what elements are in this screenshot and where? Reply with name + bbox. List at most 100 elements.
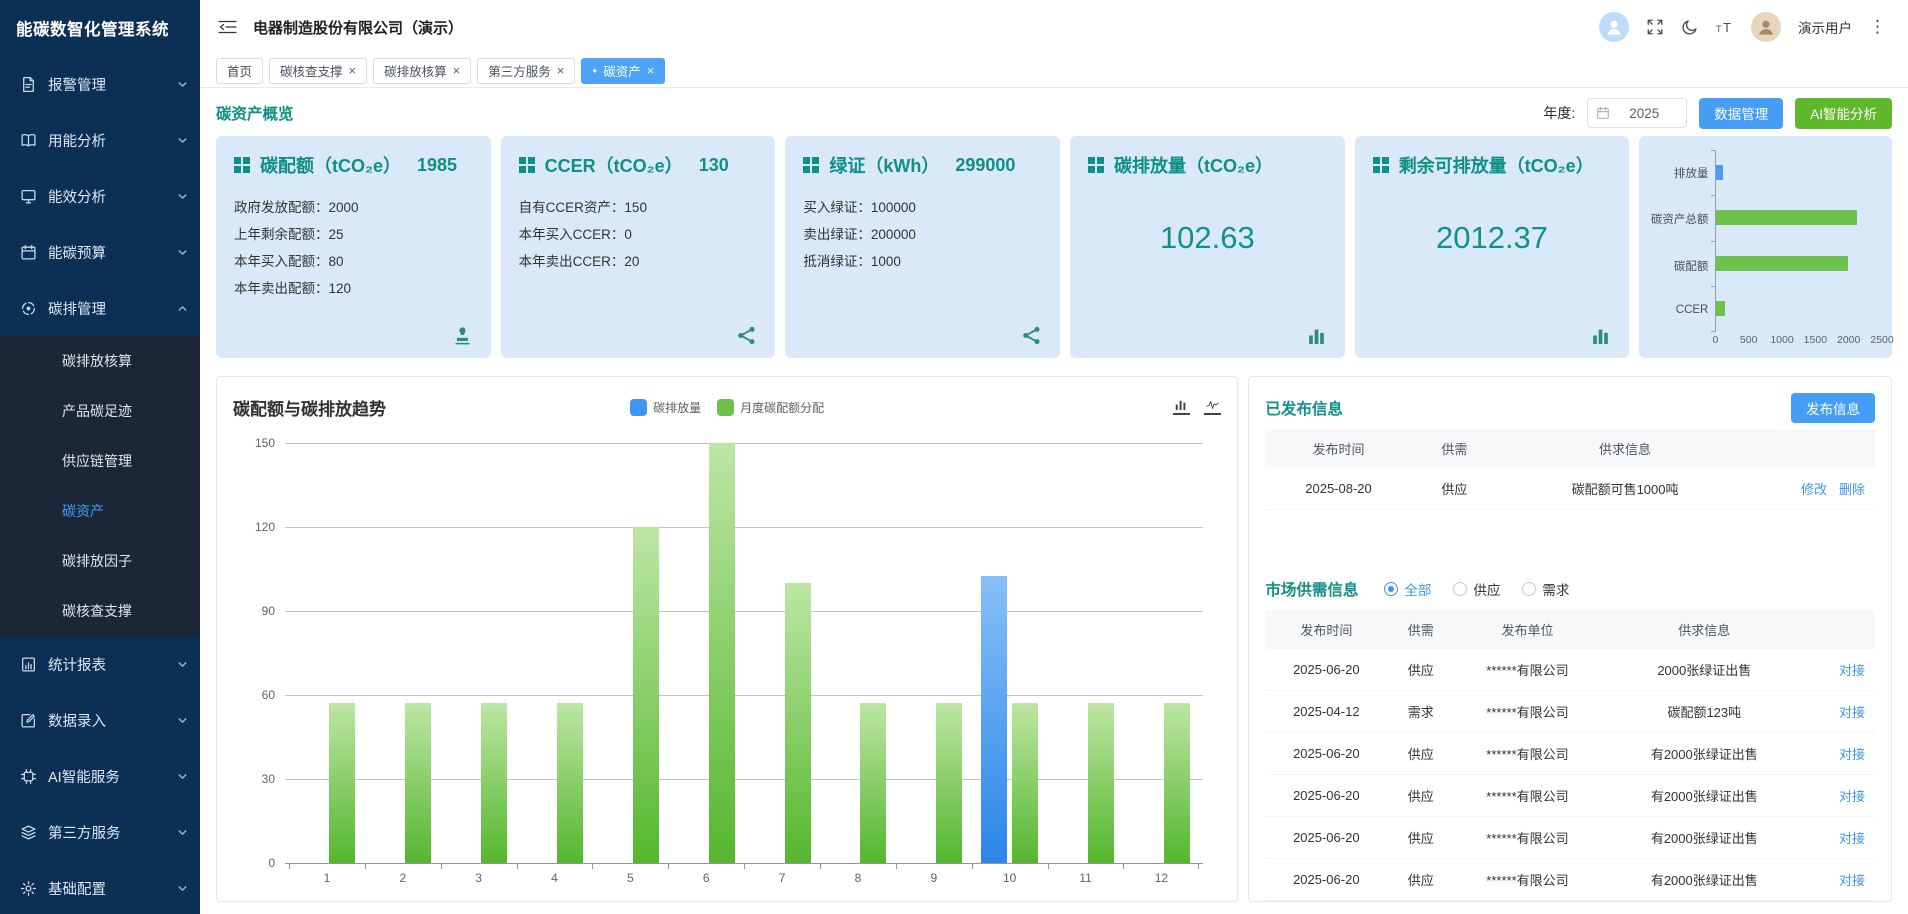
bar-quota[interactable] <box>633 527 659 863</box>
connect-link[interactable]: 对接 <box>1839 663 1865 678</box>
tab-item[interactable]: 碳核查支撑× <box>269 58 367 84</box>
kpi-card-detail-line: 本年卖出CCER：20 <box>519 248 758 275</box>
publish-info-button[interactable]: 发布信息 <box>1791 393 1875 423</box>
tab-item[interactable]: 碳排放核算× <box>373 58 471 84</box>
column-chart-icon <box>1306 325 1327 346</box>
mini-chart-bar <box>1716 210 1856 225</box>
ai-analysis-button[interactable]: AI智能分析 <box>1795 98 1892 129</box>
kpi-cards-row: 碳配额（tCO₂e）1985政府发放配额：2000上年剩余配额：25本年买入配额… <box>216 136 1892 358</box>
close-icon[interactable]: × <box>349 64 357 77</box>
bar-quota[interactable] <box>1088 703 1114 863</box>
mini-chart-x-tick-label: 0 <box>1712 334 1718 346</box>
chevron-down-icon <box>177 79 188 90</box>
connect-link[interactable]: 对接 <box>1839 789 1865 804</box>
assistant-avatar[interactable] <box>1599 12 1629 42</box>
legend-item[interactable]: 月度碳配额分配 <box>717 399 824 416</box>
trend-chart-header: 碳配额与碳排放趋势 碳排放量月度碳配额分配 <box>233 391 1221 423</box>
collapse-sidebar-icon[interactable] <box>218 19 237 35</box>
tab-item[interactable]: ●碳资产× <box>581 58 665 84</box>
bar-quota[interactable] <box>329 703 355 863</box>
main-area: 电器制造股份有限公司（演示） TT 演示用户 ⋮ <box>200 0 1908 914</box>
line-chart-toggle-icon[interactable] <box>1204 400 1221 415</box>
cell-info: 有2000张绿证出售 <box>1601 859 1808 901</box>
data-manage-button[interactable]: 数据管理 <box>1699 98 1783 129</box>
app-root: 能碳数智化管理系统 报警管理用能分析能效分析能碳预算碳排管理碳排放核算产品碳足迹… <box>0 0 1908 914</box>
cell-action: 对接 <box>1808 817 1875 859</box>
cell-org: ******有限公司 <box>1454 649 1600 691</box>
legend-item[interactable]: 碳排放量 <box>630 399 701 416</box>
sidebar-subitem[interactable]: 碳核查支撑 <box>0 586 200 636</box>
bar-quota[interactable] <box>860 703 886 863</box>
legend-label: 碳排放量 <box>653 399 701 416</box>
tab-item[interactable]: 首页 <box>216 58 263 84</box>
table-column-header <box>1753 429 1875 468</box>
cell-org: ******有限公司 <box>1454 733 1600 775</box>
sidebar-subitem[interactable]: 碳排放因子 <box>0 536 200 586</box>
mini-chart-x-tick-label: 500 <box>1740 334 1758 346</box>
cell-info: 碳配额可售1000吨 <box>1497 468 1753 510</box>
connect-link[interactable]: 对接 <box>1839 747 1865 762</box>
close-icon[interactable]: × <box>557 64 565 77</box>
tab-item[interactable]: 第三方服务× <box>477 58 575 84</box>
sidebar-item[interactable]: 用能分析 <box>0 112 200 168</box>
fullscreen-icon[interactable] <box>1646 18 1664 36</box>
sidebar-item[interactable]: 碳排管理 <box>0 280 200 336</box>
radio-dot-icon <box>1522 582 1536 596</box>
market-filter-radio[interactable]: 供应 <box>1453 579 1500 599</box>
trend-chart-plot: 0306090120150 <box>285 443 1203 863</box>
bar-quota[interactable] <box>557 703 583 863</box>
year-input[interactable]: 2025 <box>1587 98 1687 128</box>
delete-link[interactable]: 删除 <box>1839 482 1865 497</box>
asset-overview-chart-card: 排放量碳资产总额碳配额CCER 05001000150020002500 <box>1639 136 1892 358</box>
sidebar-item[interactable]: 统计报表 <box>0 636 200 692</box>
month-bar-group <box>668 443 744 863</box>
kpi-card-title: 碳配额（tCO₂e） <box>260 152 401 178</box>
bar-emission[interactable] <box>981 576 1007 863</box>
connect-link[interactable]: 对接 <box>1839 831 1865 846</box>
market-filter-radio[interactable]: 全部 <box>1384 579 1431 599</box>
sidebar-item[interactable]: AI智能服务 <box>0 748 200 804</box>
sidebar-submenu: 碳排放核算产品碳足迹供应链管理碳资产碳排放因子碳核查支撑 <box>0 336 200 636</box>
close-icon[interactable]: × <box>453 64 461 77</box>
y-axis-tick-label: 30 <box>262 772 275 786</box>
bar-quota[interactable] <box>936 703 962 863</box>
bar-quota[interactable] <box>405 703 431 863</box>
sidebar-item[interactable]: 能效分析 <box>0 168 200 224</box>
cell-date: 2025-06-20 <box>1265 859 1387 901</box>
y-axis-tick-label: 90 <box>262 604 275 618</box>
cell-type: 供应 <box>1387 859 1454 901</box>
edit-link[interactable]: 修改 <box>1801 482 1827 497</box>
font-size-icon[interactable]: TT <box>1716 18 1734 36</box>
sidebar-item[interactable]: 第三方服务 <box>0 804 200 860</box>
bar-quota[interactable] <box>481 703 507 863</box>
connect-link[interactable]: 对接 <box>1839 705 1865 720</box>
cell-action: 对接 <box>1808 775 1875 817</box>
bar-quota[interactable] <box>709 443 735 863</box>
sidebar-subitem[interactable]: 碳排放核算 <box>0 336 200 386</box>
svg-text:T: T <box>1716 24 1722 34</box>
sidebar-item[interactable]: 报警管理 <box>0 56 200 112</box>
user-name[interactable]: 演示用户 <box>1798 17 1852 37</box>
sidebar-subitem[interactable]: 供应链管理 <box>0 436 200 486</box>
sidebar-subitem[interactable]: 产品碳足迹 <box>0 386 200 436</box>
sidebar-item[interactable]: 数据录入 <box>0 692 200 748</box>
cell-date: 2025-06-20 <box>1265 817 1387 859</box>
more-menu-icon[interactable]: ⋮ <box>1869 17 1886 37</box>
month-bar-group <box>365 443 441 863</box>
bar-quota[interactable] <box>785 583 811 863</box>
bar-quota[interactable] <box>1164 703 1190 863</box>
user-avatar[interactable] <box>1751 12 1781 42</box>
bar-chart-toggle-icon[interactable] <box>1173 400 1190 415</box>
sidebar-subitem[interactable]: 碳资产 <box>0 486 200 536</box>
cell-info: 有2000张绿证出售 <box>1601 733 1808 775</box>
dark-mode-moon-icon[interactable] <box>1681 18 1699 36</box>
close-icon[interactable]: × <box>647 64 655 77</box>
market-filter-radio[interactable]: 需求 <box>1522 579 1569 599</box>
grid-icon <box>234 157 250 173</box>
x-axis-tick-label: 10 <box>972 871 1048 885</box>
sidebar-item[interactable]: 基础配置 <box>0 860 200 914</box>
sidebar-item[interactable]: 能碳预算 <box>0 224 200 280</box>
bar-quota[interactable] <box>1012 703 1038 863</box>
table-column-header: 供求信息 <box>1497 429 1753 468</box>
connect-link[interactable]: 对接 <box>1839 873 1865 888</box>
